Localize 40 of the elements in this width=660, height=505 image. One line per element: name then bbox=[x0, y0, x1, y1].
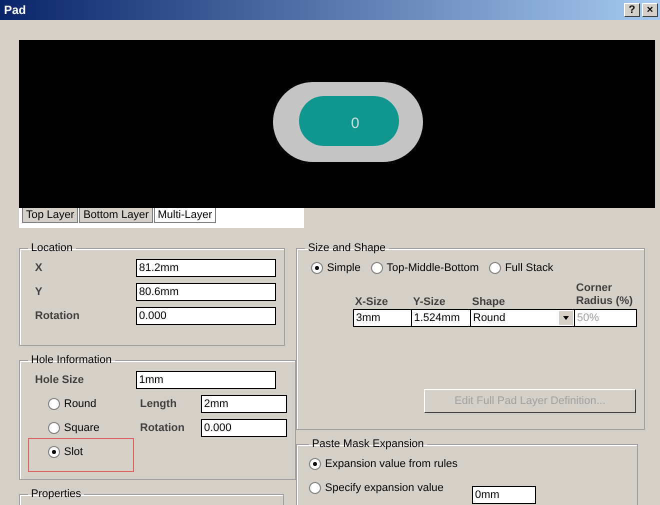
radio-option[interactable]: Slot bbox=[48, 440, 83, 464]
window-title: Pad bbox=[4, 3, 28, 17]
column-header: Shape bbox=[471, 296, 506, 309]
column-header: Y-Size bbox=[412, 296, 446, 309]
group-title: Hole Information bbox=[30, 354, 113, 366]
field-label: Y bbox=[34, 286, 44, 298]
radio-option[interactable]: Round bbox=[48, 392, 96, 416]
radio-option[interactable]: Specify expansion value bbox=[309, 476, 444, 500]
input-field[interactable]: 0.000 bbox=[136, 307, 276, 325]
radio-option[interactable]: Full Stack bbox=[488, 256, 554, 280]
layer-tab[interactable]: Bottom Layer bbox=[79, 208, 153, 223]
radio-option[interactable]: Expansion value from rules bbox=[309, 452, 458, 476]
group-title: Properties bbox=[30, 488, 82, 500]
radio-option[interactable]: Square bbox=[48, 416, 100, 440]
shape-dropdown[interactable]: Round bbox=[470, 309, 575, 327]
field-label: X bbox=[34, 262, 44, 274]
layer-tab[interactable]: Multi-Layer bbox=[154, 208, 216, 223]
column-header: Corner Radius (%) bbox=[575, 282, 634, 309]
input-field[interactable]: 0mm bbox=[472, 486, 536, 504]
field-label: Rotation bbox=[140, 422, 186, 434]
input-field[interactable]: 3mm bbox=[353, 309, 412, 327]
layer-tab[interactable]: Top Layer bbox=[22, 208, 78, 223]
radio-option[interactable]: Top-Middle-Bottom bbox=[370, 256, 479, 280]
radio-option[interactable]: Simple bbox=[311, 256, 361, 280]
pad-number: 0 bbox=[351, 115, 360, 132]
input-field[interactable]: 1mm bbox=[136, 371, 276, 389]
field-label: Hole Size bbox=[34, 374, 85, 386]
input-field[interactable]: 2mm bbox=[201, 395, 287, 413]
column-header: X-Size bbox=[354, 296, 390, 309]
field-label: Rotation bbox=[34, 310, 81, 322]
close-button[interactable]: × bbox=[642, 3, 658, 17]
help-button[interactable]: ? bbox=[624, 3, 640, 17]
input-field[interactable]: 1.524mm bbox=[411, 309, 471, 327]
input-field[interactable]: 0.000 bbox=[201, 419, 287, 437]
input-field[interactable]: 81.2mm bbox=[136, 259, 276, 277]
field-label: Length bbox=[140, 398, 178, 410]
group-title: Location bbox=[30, 242, 74, 254]
group-title: Paste Mask Expansion bbox=[311, 438, 425, 450]
input-field[interactable]: 80.6mm bbox=[136, 283, 276, 301]
group-title: Size and Shape bbox=[307, 242, 387, 254]
